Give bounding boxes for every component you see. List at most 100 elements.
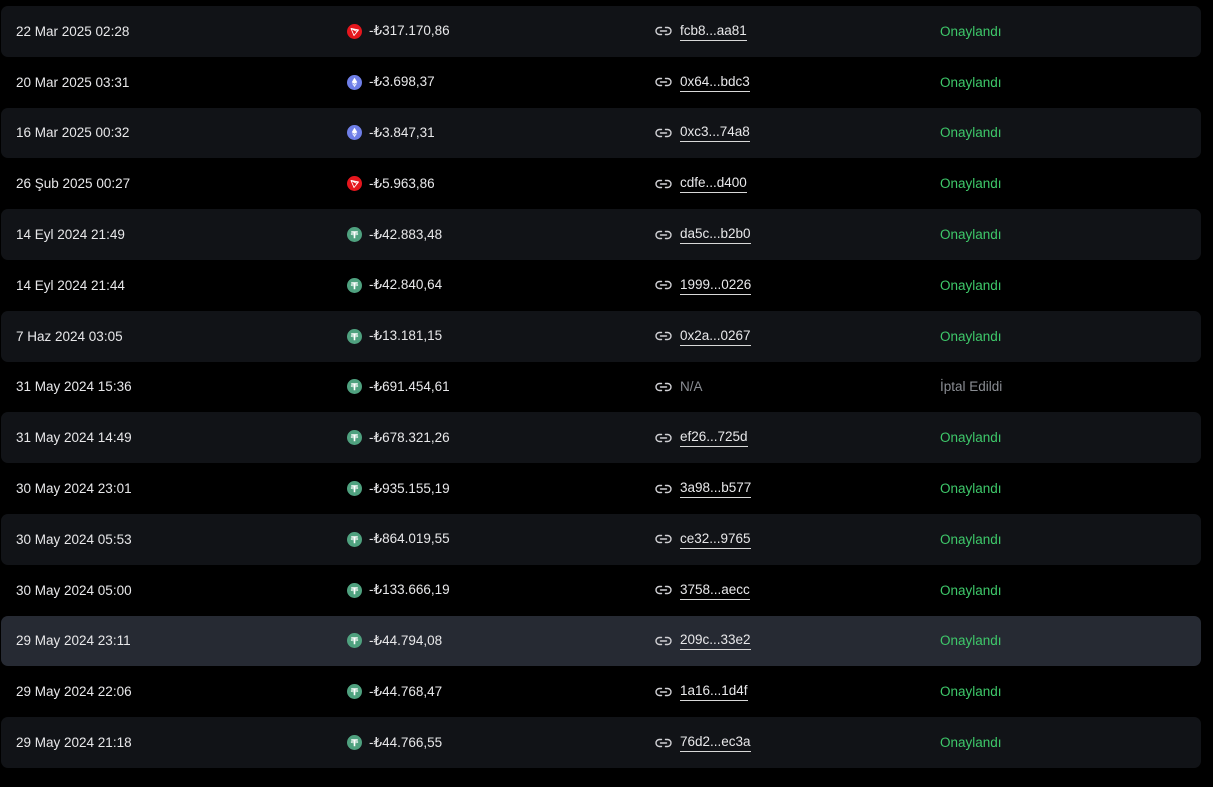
transaction-amount-cell: -₺864.019,55 xyxy=(347,514,450,565)
table-row[interactable]: 30 May 2024 23:01 -₺935.155,19 3a98...b577… xyxy=(1,463,1201,514)
table-row[interactable]: 26 Şub 2025 00:27 -₺5.963,86 cdfe...d400 On… xyxy=(1,158,1201,209)
transaction-amount: -₺864.019,55 xyxy=(369,531,450,547)
transaction-hash-link[interactable]: fcb8...aa81 xyxy=(680,23,747,41)
transaction-date: 29 May 2024 21:18 xyxy=(16,735,132,751)
tether-icon xyxy=(347,277,362,293)
tether-icon xyxy=(347,735,362,751)
status-badge: Onaylandı xyxy=(940,328,1002,344)
transaction-hash-cell: 3a98...b577 xyxy=(655,463,752,514)
transaction-amount-cell: -₺133.666,19 xyxy=(347,565,450,616)
transaction-amount-cell: -₺317.170,86 xyxy=(347,6,450,57)
link-icon xyxy=(655,127,680,139)
transaction-hash-cell: 76d2...ec3a xyxy=(655,717,751,768)
transaction-hash-cell: 1999...0226 xyxy=(655,260,752,311)
transaction-hash-cell: ef26...725d xyxy=(655,412,748,463)
table-row[interactable]: 29 May 2024 23:11 -₺44.794,08 209c...33e2 O… xyxy=(1,615,1201,667)
link-icon xyxy=(655,635,680,647)
link-icon xyxy=(655,584,680,596)
status-badge: Onaylandı xyxy=(940,684,1002,700)
transaction-amount: -₺42.840,64 xyxy=(369,277,443,293)
transaction-date: 7 Haz 2024 03:05 xyxy=(16,328,123,344)
transaction-amount: -₺44.794,08 xyxy=(369,632,443,648)
table-row[interactable]: 7 Haz 2024 03:05 -₺13.181,15 0x2a...0267 On… xyxy=(1,310,1201,362)
transaction-hash-link: N/A xyxy=(680,378,703,394)
transaction-amount-cell: -₺3.698,37 xyxy=(347,57,435,108)
transaction-amount: -₺678.321,26 xyxy=(369,429,450,445)
transaction-amount: -₺42.883,48 xyxy=(369,226,443,242)
transaction-hash-link[interactable]: 1a16...1d4f xyxy=(680,684,748,702)
table-row[interactable]: 22 Mar 2025 02:28 -₺317.170,86 fcb8...aa81… xyxy=(1,6,1201,57)
table-row[interactable]: 31 May 2024 15:36 -₺691.454,61 N/A İptal Ed… xyxy=(1,362,1201,413)
transaction-hash-link[interactable]: 1999...0226 xyxy=(680,277,752,295)
status-badge: Onaylandı xyxy=(940,481,1002,497)
tether-icon xyxy=(347,684,362,700)
status-badge: Onaylandı xyxy=(940,23,1002,39)
status-badge: Onaylandı xyxy=(940,74,1002,90)
table-row[interactable]: 16 Mar 2025 00:32 -₺3.847,31 0xc3...74a8 On… xyxy=(1,107,1201,159)
transaction-hash-link[interactable]: 3758...aecc xyxy=(680,582,750,600)
transaction-hash-cell: ce32...9765 xyxy=(655,514,751,565)
transaction-hash-link[interactable]: 0x64...bdc3 xyxy=(680,74,750,92)
transaction-date: 30 May 2024 23:01 xyxy=(16,481,132,497)
tether-icon xyxy=(347,582,362,598)
transaction-hash-link[interactable]: ef26...725d xyxy=(680,430,748,448)
tether-icon xyxy=(347,379,362,395)
transaction-amount-cell: -₺935.155,19 xyxy=(347,463,450,514)
table-row[interactable]: 29 May 2024 21:18 -₺44.766,55 76d2...ec3a O… xyxy=(1,717,1201,768)
transaction-amount-cell: -₺42.840,64 xyxy=(347,260,442,311)
transaction-date: 14 Eyl 2024 21:49 xyxy=(16,227,125,243)
link-icon xyxy=(655,279,680,291)
transaction-hash-link[interactable]: 0xc3...74a8 xyxy=(680,125,750,143)
transaction-hash-cell: 209c...33e2 xyxy=(655,616,751,667)
table-row[interactable]: 29 May 2024 22:06 -₺44.768,47 1a16...1d4f O… xyxy=(1,666,1201,717)
status-badge: Onaylandı xyxy=(940,633,1002,649)
transaction-date: 31 May 2024 15:36 xyxy=(16,379,132,395)
status-badge: Onaylandı xyxy=(940,735,1002,751)
transaction-hash-cell: 0x64...bdc3 xyxy=(655,57,750,108)
transaction-date: 14 Eyl 2024 21:44 xyxy=(16,277,125,293)
transaction-date: 31 May 2024 14:49 xyxy=(16,430,132,446)
transaction-amount-cell: -₺5.963,86 xyxy=(347,158,435,209)
transaction-date: 20 Mar 2025 03:31 xyxy=(16,74,130,90)
transaction-hash-cell: 0x2a...0267 xyxy=(655,311,751,362)
tether-icon xyxy=(347,328,362,344)
transaction-hash-cell: fcb8...aa81 xyxy=(655,6,747,57)
transaction-hash-link[interactable]: ce32...9765 xyxy=(680,531,751,549)
transaction-amount-cell: -₺42.883,48 xyxy=(347,209,442,260)
transaction-date: 29 May 2024 22:06 xyxy=(16,684,132,700)
transaction-hash-link[interactable]: 0x2a...0267 xyxy=(680,328,751,346)
transaction-hash-link[interactable]: da5c...b2b0 xyxy=(680,227,751,245)
tether-icon xyxy=(347,430,362,446)
transaction-hash-cell: cdfe...d400 xyxy=(655,158,747,209)
table-row[interactable]: 14 Eyl 2024 21:44 -₺42.840,64 1999...0226 O… xyxy=(1,260,1201,311)
transaction-hash-link[interactable]: 76d2...ec3a xyxy=(680,735,751,753)
transaction-amount: -₺133.666,19 xyxy=(369,582,450,598)
tron-icon xyxy=(347,23,362,39)
status-badge: Onaylandı xyxy=(940,176,1002,192)
transaction-date: 30 May 2024 05:00 xyxy=(16,582,132,598)
transaction-amount: -₺3.847,31 xyxy=(369,124,435,140)
table-row[interactable]: 14 Eyl 2024 21:49 -₺42.883,48 da5c...b2b0 O… xyxy=(1,209,1201,260)
table-row[interactable]: 30 May 2024 05:00 -₺133.666,19 3758...aecc… xyxy=(1,565,1201,616)
table-row[interactable]: 20 Mar 2025 03:31 -₺3.698,37 0x64...bdc3 On… xyxy=(1,57,1201,108)
transaction-amount-cell: -₺678.321,26 xyxy=(347,412,450,463)
status-badge: Onaylandı xyxy=(940,582,1002,598)
link-icon xyxy=(655,737,680,749)
transaction-date: 16 Mar 2025 00:32 xyxy=(16,125,130,141)
transaction-amount: -₺691.454,61 xyxy=(369,378,450,394)
transaction-hash-link[interactable]: cdfe...d400 xyxy=(680,176,747,194)
tether-icon xyxy=(347,531,362,547)
transaction-hash-cell: 3758...aecc xyxy=(655,565,750,616)
table-row[interactable]: 31 May 2024 14:49 -₺678.321,26 ef26...725d… xyxy=(1,412,1201,464)
status-badge: Onaylandı xyxy=(940,227,1002,243)
transaction-hash-link[interactable]: 3a98...b577 xyxy=(680,481,752,499)
transaction-hash-cell: da5c...b2b0 xyxy=(655,209,751,260)
status-badge: Onaylandı xyxy=(940,531,1002,547)
table-row[interactable]: 30 May 2024 05:53 -₺864.019,55 ce32...9765… xyxy=(1,513,1201,565)
transaction-amount: -₺935.155,19 xyxy=(369,480,450,496)
transaction-amount: -₺44.768,47 xyxy=(369,683,443,699)
tron-icon xyxy=(347,176,362,192)
status-badge: Onaylandı xyxy=(940,277,1002,293)
transaction-hash-link[interactable]: 209c...33e2 xyxy=(680,633,751,651)
transaction-amount-cell: -₺44.768,47 xyxy=(347,666,442,717)
